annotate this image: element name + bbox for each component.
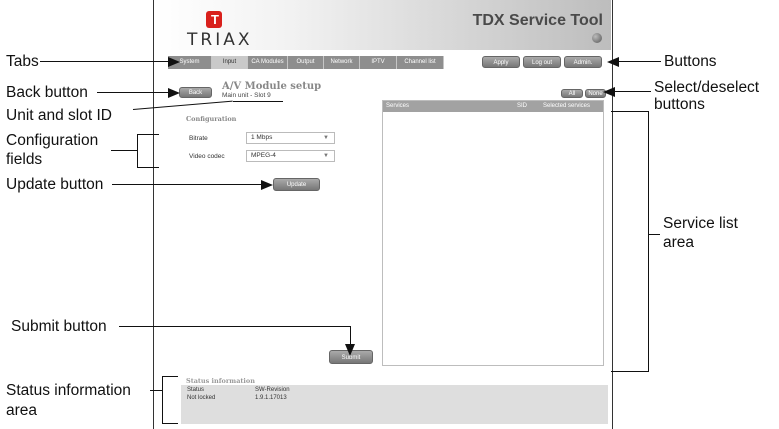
callout-line <box>150 390 162 392</box>
callout-line <box>112 184 262 186</box>
callout-line <box>111 150 137 152</box>
callout-status-area-2: area <box>6 402 38 419</box>
sw-revision-value: 1.9.1.17013 <box>255 395 287 401</box>
apply-button[interactable]: Apply <box>482 56 520 68</box>
tab-network[interactable]: Network <box>324 56 360 69</box>
sw-revision-header: SW-Revision <box>255 387 290 393</box>
callout-config-fields: Configuration <box>6 132 99 149</box>
callout-buttons: Buttons <box>664 53 717 70</box>
callout-service-list: Service list <box>663 215 738 232</box>
video-codec-label: Video codec <box>189 153 225 160</box>
video-codec-select[interactable]: MPEG-4 ▼ <box>246 150 335 162</box>
arrow-right-icon <box>168 88 180 98</box>
tab-channel-list[interactable]: Channel list <box>397 56 444 69</box>
callout-service-list-2: area <box>663 234 695 251</box>
admin-button[interactable]: Admin. <box>564 56 602 68</box>
chevron-down-icon: ▼ <box>323 135 329 141</box>
brand-name: TRIAX <box>187 30 253 50</box>
back-button[interactable]: Back <box>179 87 212 98</box>
arrow-right-icon <box>261 180 273 190</box>
app-window: T TRIAX TDX Service Tool System Input CA… <box>153 0 613 429</box>
status-header: Status <box>187 387 205 393</box>
services-column: Services <box>386 103 410 109</box>
bitrate-value: 1 Mbps <box>251 134 273 141</box>
callout-config-fields-2: fields <box>6 151 43 168</box>
app-title: TDX Service Tool <box>472 12 603 29</box>
status-led-icon <box>592 33 602 43</box>
callout-line <box>162 423 178 425</box>
callout-update-button: Update button <box>6 176 104 193</box>
tab-iptv[interactable]: IPTV <box>360 56 397 69</box>
logout-button[interactable]: Log out <box>523 56 561 68</box>
callout-line <box>162 376 178 378</box>
tab-input[interactable]: Input <box>212 56 248 69</box>
callout-line <box>119 326 351 328</box>
tab-ca-modules[interactable]: CA Modules <box>248 56 288 69</box>
status-value: Not locked <box>187 395 216 401</box>
select-all-button[interactable]: All <box>561 89 583 98</box>
configuration-title: Configuration <box>186 115 237 123</box>
callout-line <box>611 371 649 373</box>
callout-line <box>40 61 169 63</box>
callout-line <box>611 111 649 113</box>
arrow-right-icon <box>168 57 180 67</box>
callout-line <box>137 134 159 136</box>
callout-line <box>648 111 650 372</box>
unit-slot-id: Main unit - Slot 9 <box>222 92 271 99</box>
callout-line <box>614 91 651 93</box>
callout-status-area: Status information <box>6 382 131 399</box>
triax-logo-icon: T <box>206 11 222 28</box>
callout-unit-slot: Unit and slot ID <box>6 107 112 124</box>
logo-mark: T <box>211 12 219 27</box>
app-header: T TRIAX TDX Service Tool <box>154 0 611 50</box>
status-information-area: Status SW-Revision Not locked 1.9.1.1701… <box>181 385 608 424</box>
callout-tabs: Tabs <box>6 53 39 70</box>
sid-column: SID <box>517 103 528 109</box>
callout-line <box>97 92 169 94</box>
bitrate-label: Bitrate <box>189 135 208 142</box>
callout-line <box>617 61 661 63</box>
callout-line <box>233 101 283 103</box>
chevron-down-icon: ▼ <box>323 153 329 159</box>
callout-select-deselect-2: buttons <box>654 96 705 113</box>
arrow-left-icon <box>607 57 619 67</box>
callout-select-deselect: Select/deselect <box>654 79 760 96</box>
selected-services-column: Selected services <box>543 103 591 109</box>
status-title: Status information <box>186 377 255 385</box>
callout-line <box>162 376 164 424</box>
video-codec-value: MPEG-4 <box>251 152 276 159</box>
service-list-header: Services SID Selected services <box>383 101 603 112</box>
arrow-left-icon <box>603 87 615 97</box>
callout-submit-button: Submit button <box>11 318 107 335</box>
callout-line <box>137 134 139 168</box>
callout-line <box>137 167 159 169</box>
page-title: A/V Module setup <box>222 81 322 92</box>
arrow-down-icon <box>345 344 355 356</box>
service-list[interactable]: Services SID Selected services <box>382 100 604 366</box>
callout-back-button: Back button <box>6 84 88 101</box>
tab-output[interactable]: Output <box>288 56 324 69</box>
update-button[interactable]: Update <box>273 178 320 191</box>
callout-line <box>648 234 660 236</box>
bitrate-select[interactable]: 1 Mbps ▼ <box>246 132 335 144</box>
